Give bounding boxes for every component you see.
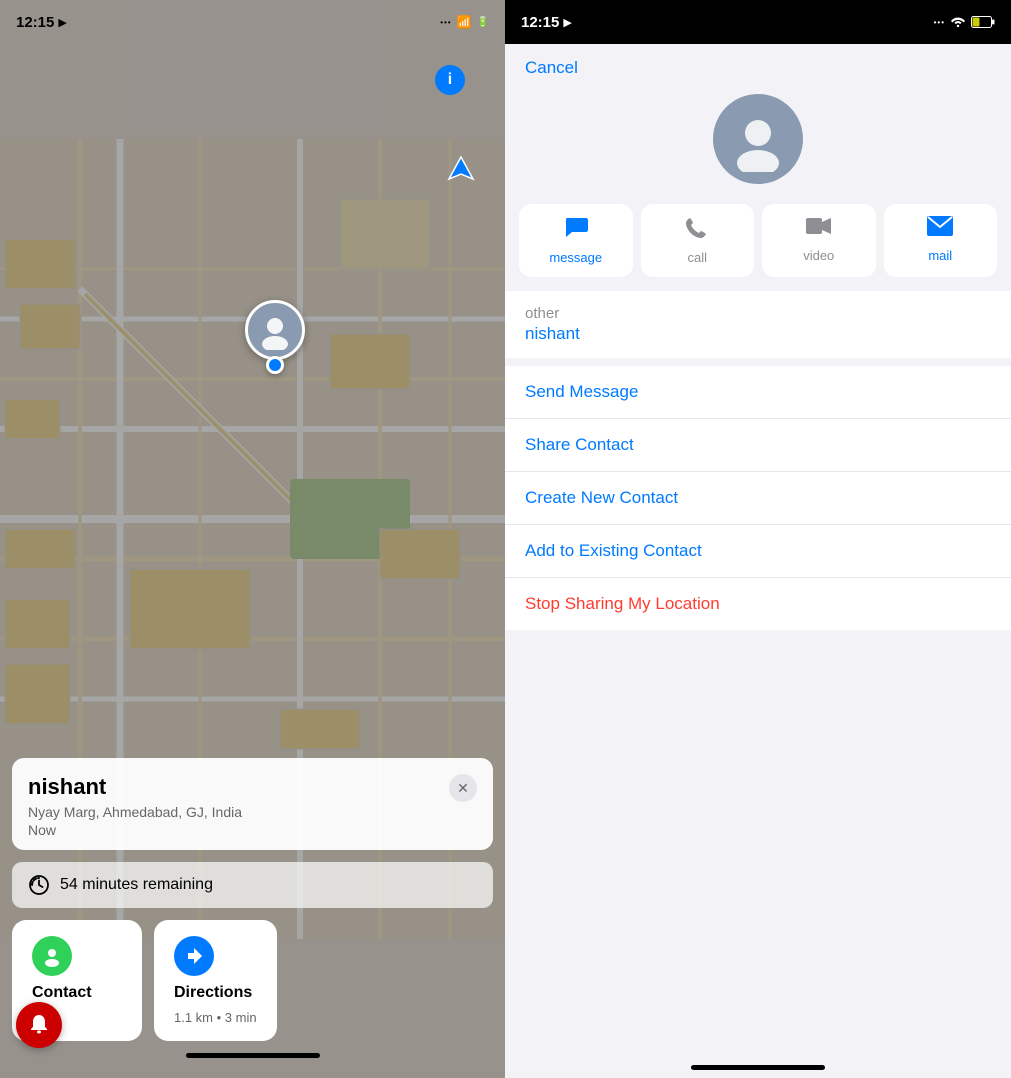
avatar-section	[505, 78, 1011, 204]
time-left: 12:15	[16, 14, 54, 31]
spacer	[505, 630, 1011, 1065]
directions-action-label: Directions	[174, 984, 252, 1002]
battery-icon-left: 🔋	[477, 17, 489, 28]
contact-info-label: other	[525, 305, 991, 322]
location-time: Now	[28, 822, 477, 838]
message-icon	[564, 216, 588, 244]
location-arrow-left: ▶	[58, 16, 66, 29]
message-button[interactable]: message	[519, 204, 633, 277]
directions-sublabel: 1.1 km • 3 min	[174, 1010, 257, 1025]
add-to-existing-item[interactable]: Add to Existing Contact	[505, 525, 1011, 578]
location-card: nishant ✕ Nyay Marg, Ahmedabad, GJ, Indi…	[12, 758, 493, 850]
dots-icon-left: •••	[440, 18, 451, 27]
close-icon: ✕	[457, 780, 469, 797]
mail-icon	[927, 216, 953, 242]
call-button[interactable]: call	[641, 204, 755, 277]
status-bar-right: 12:15 ▶ •••	[505, 0, 1011, 44]
contact-info-section: other nishant	[505, 291, 1011, 358]
video-label: video	[803, 248, 834, 263]
status-bar-left: 12:15 ▶ ••• 📶 🔋	[0, 0, 505, 44]
send-message-item[interactable]: Send Message	[505, 366, 1011, 419]
video-icon	[806, 216, 832, 242]
user-location-pin[interactable]	[245, 300, 305, 374]
create-new-contact-item[interactable]: Create New Contact	[505, 472, 1011, 525]
right-panel: 12:15 ▶ ••• Cance	[505, 0, 1011, 1078]
video-button[interactable]: video	[762, 204, 876, 277]
battery-icon-right	[971, 16, 995, 28]
share-contact-item[interactable]: Share Contact	[505, 419, 1011, 472]
create-new-contact-text: Create New Contact	[525, 488, 678, 508]
dots-icon-right: •••	[934, 18, 945, 27]
cancel-button[interactable]: Cancel	[525, 58, 578, 78]
contact-action-label: Contact	[32, 984, 92, 1002]
call-label: call	[687, 250, 707, 265]
home-indicator-left	[186, 1053, 320, 1058]
left-panel: 12:15 ▶ ••• 📶 🔋 i nishant	[0, 0, 505, 1078]
location-arrow-right: ▶	[563, 16, 571, 29]
location-name: nishant	[28, 774, 106, 800]
user-pin-dot	[266, 356, 284, 374]
directions-icon-circle	[174, 936, 214, 976]
clock-icon	[28, 874, 50, 896]
close-button[interactable]: ✕	[449, 774, 477, 802]
mail-button[interactable]: mail	[884, 204, 998, 277]
wifi-icon-right	[950, 15, 966, 30]
user-avatar	[245, 300, 305, 360]
mail-label: mail	[928, 248, 952, 263]
stop-sharing-text: Stop Sharing My Location	[525, 594, 720, 614]
contact-icon-circle	[32, 936, 72, 976]
contact-info-value: nishant	[525, 324, 991, 344]
directions-action-card[interactable]: Directions 1.1 km • 3 min	[154, 920, 277, 1041]
contact-sheet: Cancel message	[505, 44, 1011, 1078]
time-right: 12:15	[521, 14, 559, 31]
add-to-existing-text: Add to Existing Contact	[525, 541, 702, 561]
sheet-actions-row: message call video	[505, 204, 1011, 291]
info-button[interactable]: i	[435, 65, 465, 95]
time-remaining-row: 54 minutes remaining	[12, 862, 493, 908]
share-contact-text: Share Contact	[525, 435, 634, 455]
bottom-info-area: nishant ✕ Nyay Marg, Ahmedabad, GJ, Indi…	[0, 758, 505, 1078]
message-label: message	[549, 250, 602, 265]
sheet-header: Cancel	[505, 44, 1011, 78]
location-address: Nyay Marg, Ahmedabad, GJ, India	[28, 804, 477, 820]
alert-bell-button[interactable]	[16, 1002, 62, 1048]
wifi-icon-left: 📶	[457, 15, 472, 29]
navigation-arrow[interactable]	[447, 155, 475, 188]
contact-avatar	[713, 94, 803, 184]
actions-row: Contact Directions 1.1 km • 3 min	[12, 920, 493, 1041]
time-remaining-text: 54 minutes remaining	[60, 876, 213, 894]
menu-section: Send Message Share Contact Create New Co…	[505, 366, 1011, 630]
send-message-text: Send Message	[525, 382, 638, 402]
stop-sharing-item[interactable]: Stop Sharing My Location	[505, 578, 1011, 630]
call-icon	[686, 216, 708, 244]
home-indicator-right	[691, 1065, 825, 1070]
